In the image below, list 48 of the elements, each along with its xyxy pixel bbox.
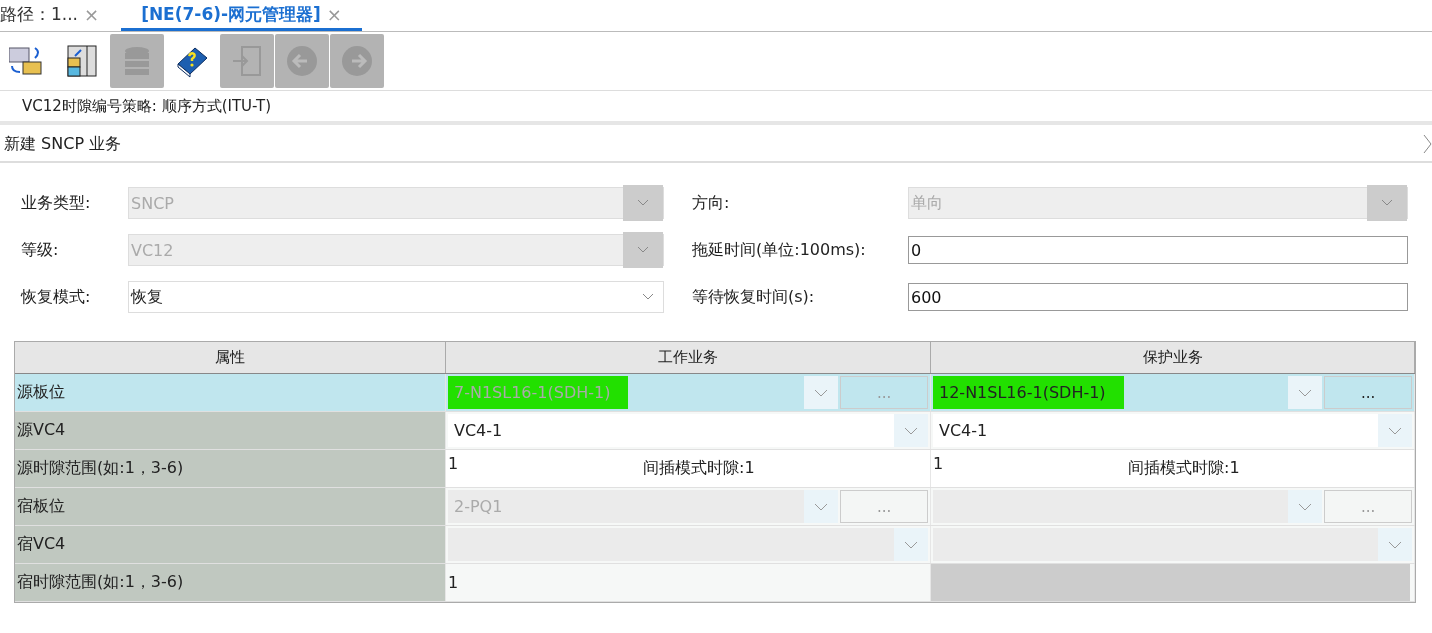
table-row[interactable]: 源时隙范围(如:1，3-6) 1 间插模式时隙:1 1 间插模式时隙:1 (15, 450, 1415, 488)
column-header: 属性 (15, 342, 446, 373)
field-label: 等级: (21, 239, 60, 261)
chevron-down-icon (904, 540, 918, 549)
table-cell: 源VC4 (15, 412, 446, 449)
sync-icon (9, 44, 45, 78)
browse-button[interactable]: ... (1324, 376, 1412, 409)
field-label: 等待恢复时间(s): (692, 286, 816, 308)
field-label: 方向: (692, 192, 731, 214)
table-cell: 间插模式时隙:1 (643, 458, 755, 479)
dropdown-field[interactable]: 恢复 (128, 281, 664, 313)
chevron-down-icon (814, 388, 829, 397)
table-cell: 宿板位 (15, 488, 446, 525)
table-cell: 源板位 (15, 374, 446, 411)
dropdown-field[interactable]: 12-N1SL16-1(SDH-1) (933, 376, 1323, 409)
strategy-text: VC12时隙编号策略: 顺序方式(ITU-T) (22, 96, 272, 116)
chevron-down-icon (1298, 502, 1313, 511)
table-row[interactable]: 宿时隙范围(如:1，3-6) 1 (15, 564, 1415, 602)
chevron-down-icon (637, 246, 649, 254)
chevron-down-icon (1381, 199, 1393, 207)
table-cell: 1 (448, 573, 459, 592)
chevron-down-icon (814, 502, 829, 511)
chevron-down-icon (637, 199, 649, 207)
field-label: 业务类型: (21, 192, 92, 214)
input-field[interactable]: 0 (908, 236, 1408, 264)
table-row[interactable]: 源VC4 VC4-1 VC4-1 (15, 412, 1415, 450)
column-header: 保护业务 (931, 342, 1415, 373)
tab[interactable]: [NE(7-6)-网元管理器] × (121, 0, 362, 31)
table-cell: 宿时隙范围(如:1，3-6) (15, 564, 446, 601)
close-icon[interactable] (1422, 133, 1432, 155)
input-field[interactable]: 600 (908, 283, 1408, 311)
table-cell: 间插模式时隙:1 (1128, 458, 1240, 479)
chevron-down-icon (642, 293, 654, 301)
field-label: 恢复模式: (21, 286, 92, 308)
dropdown-field[interactable]: VC4-1 (448, 414, 928, 447)
table-cell: 宿VC4 (15, 526, 446, 563)
chevron-down-icon (1388, 540, 1402, 549)
section-title: 新建 SNCP 业务 (4, 133, 122, 155)
field-label: 拖延时间(单位:100ms): (692, 239, 867, 261)
chevron-down-icon (904, 426, 918, 435)
chevron-down-icon (1388, 426, 1402, 435)
dropdown-field[interactable]: VC4-1 (933, 414, 1412, 447)
enter-door-icon (230, 44, 264, 78)
window-layout-icon (65, 44, 99, 78)
chevron-down-icon (1298, 388, 1313, 397)
table-cell: 源时隙范围(如:1，3-6) (15, 450, 446, 487)
column-header: 工作业务 (446, 342, 931, 373)
tab[interactable]: 路径：1... × (0, 0, 114, 31)
